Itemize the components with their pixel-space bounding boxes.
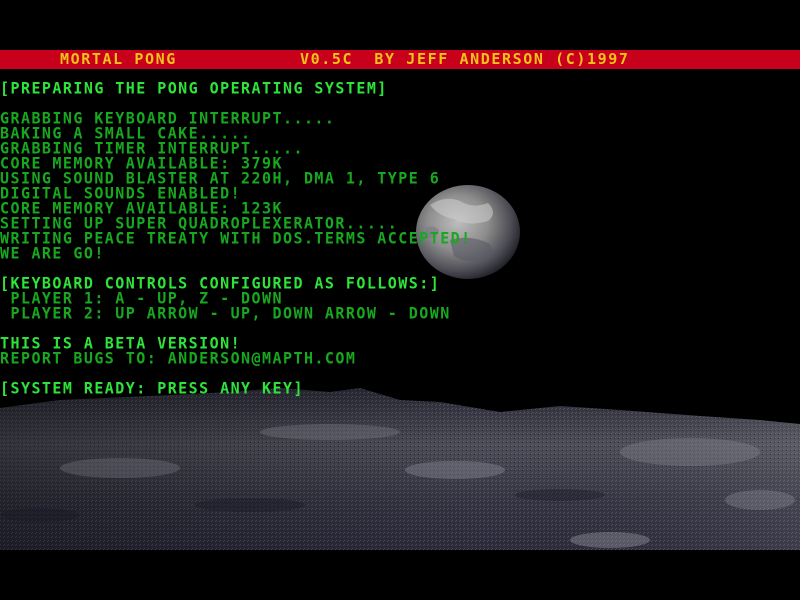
boot-line: WE ARE GO!: [0, 243, 105, 263]
ready-prompt[interactable]: [SYSTEM READY: PRESS ANY KEY]: [0, 380, 304, 397]
title-bar: MORTAL PONG V0.5C BY JEFF ANDERSON (C)19…: [0, 50, 800, 69]
report-bugs-text: REPORT BUGS TO: ANDERSON@MAPTH.COM: [0, 348, 357, 368]
game-title: MORTAL PONG: [60, 50, 177, 68]
version-credit: V0.5C BY JEFF ANDERSON (C)1997: [300, 50, 630, 68]
game-screen[interactable]: MORTAL PONG V0.5C BY JEFF ANDERSON (C)19…: [0, 0, 800, 600]
section-header: [PREPARING THE PONG OPERATING SYSTEM]: [0, 78, 388, 98]
moon-surface-icon: [0, 388, 800, 550]
player-2-controls: PLAYER 2: UP ARROW - UP, DOWN ARROW - DO…: [0, 303, 451, 323]
